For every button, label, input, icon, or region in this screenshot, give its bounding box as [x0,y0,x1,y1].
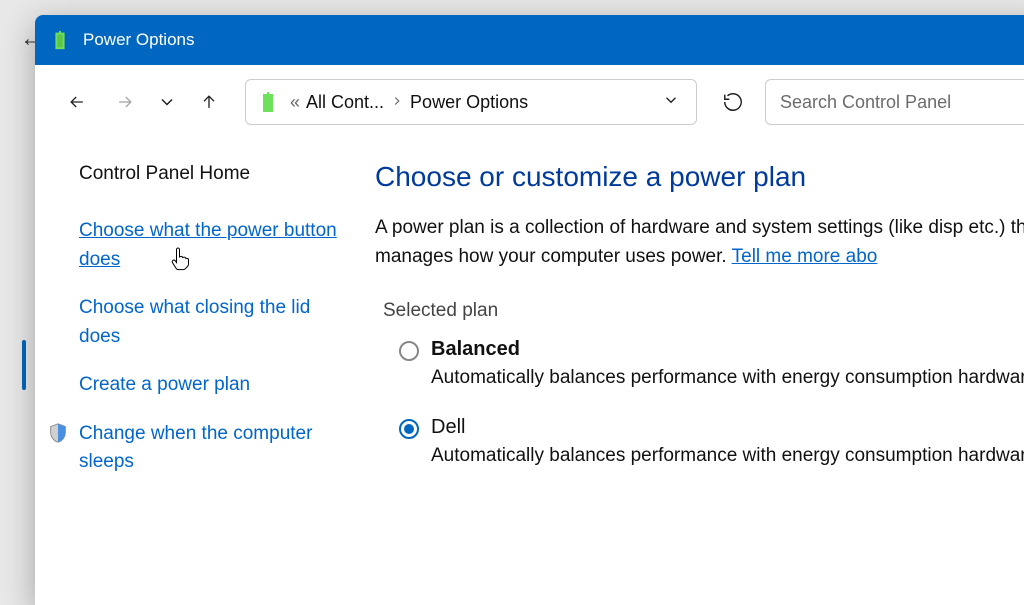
radio-balanced[interactable] [399,341,419,361]
sidebar-link-create-plan[interactable]: Create a power plan [79,371,351,400]
shield-icon [47,422,69,444]
address-bar[interactable]: « All Cont... Power Options [245,79,697,125]
page-description: A power plan is a collection of hardware… [375,213,1024,272]
battery-icon [49,29,71,51]
page-heading: Choose or customize a power plan [375,161,1024,193]
sidebar-link-closing-lid[interactable]: Choose what closing the lid does [79,294,351,351]
sidebar-link-power-button[interactable]: Choose what the power button does [79,217,351,274]
plan-name[interactable]: Balanced [431,338,1024,361]
search-placeholder: Search Control Panel [780,92,951,113]
selected-plan-label: Selected plan [375,300,510,322]
content-area: Choose or customize a power plan A power… [375,139,1024,605]
forward-button[interactable] [105,82,145,122]
plan-description: Automatically balances performance with … [431,363,1024,410]
body: Control Panel Home Choose what the power… [35,139,1024,605]
plan-name[interactable]: Dell [431,416,1024,439]
up-button[interactable] [189,82,229,122]
refresh-button[interactable] [713,82,753,122]
power-options-window: Power Options « All Cont... Power Option… [35,15,1024,605]
address-dropdown[interactable] [656,87,686,118]
battery-icon [256,90,280,114]
selected-plan-group: Selected plan Balanced Automatically bal… [375,300,1024,489]
plan-description: Automatically balances performance with … [431,441,1024,488]
navbar: « All Cont... Power Options Search Contr… [35,65,1024,139]
tell-me-more-link[interactable]: Tell me more abo [732,246,878,267]
plan-balanced: Balanced Automatically balances performa… [399,338,1024,410]
sidebar-link-computer-sleeps[interactable]: Change when the computer sleeps [79,420,351,477]
titlebar[interactable]: Power Options [35,15,1024,65]
search-input[interactable]: Search Control Panel [765,79,1024,125]
background-accent [22,340,26,390]
back-button[interactable] [57,82,97,122]
sidebar-link-label: Change when the computer sleeps [79,423,312,473]
history-dropdown[interactable] [153,82,181,122]
sidebar: Control Panel Home Choose what the power… [35,139,375,605]
breadcrumb-seg-allcontrol[interactable]: All Cont... [304,88,386,117]
plan-dell: Dell Automatically balances performance … [399,416,1024,488]
chevron-right-icon [390,92,404,113]
breadcrumb-prefix: « [290,92,300,113]
radio-dell[interactable] [399,419,419,439]
control-panel-home-link[interactable]: Control Panel Home [79,163,351,185]
breadcrumb-seg-poweroptions[interactable]: Power Options [408,88,530,117]
titlebar-title: Power Options [83,30,195,50]
